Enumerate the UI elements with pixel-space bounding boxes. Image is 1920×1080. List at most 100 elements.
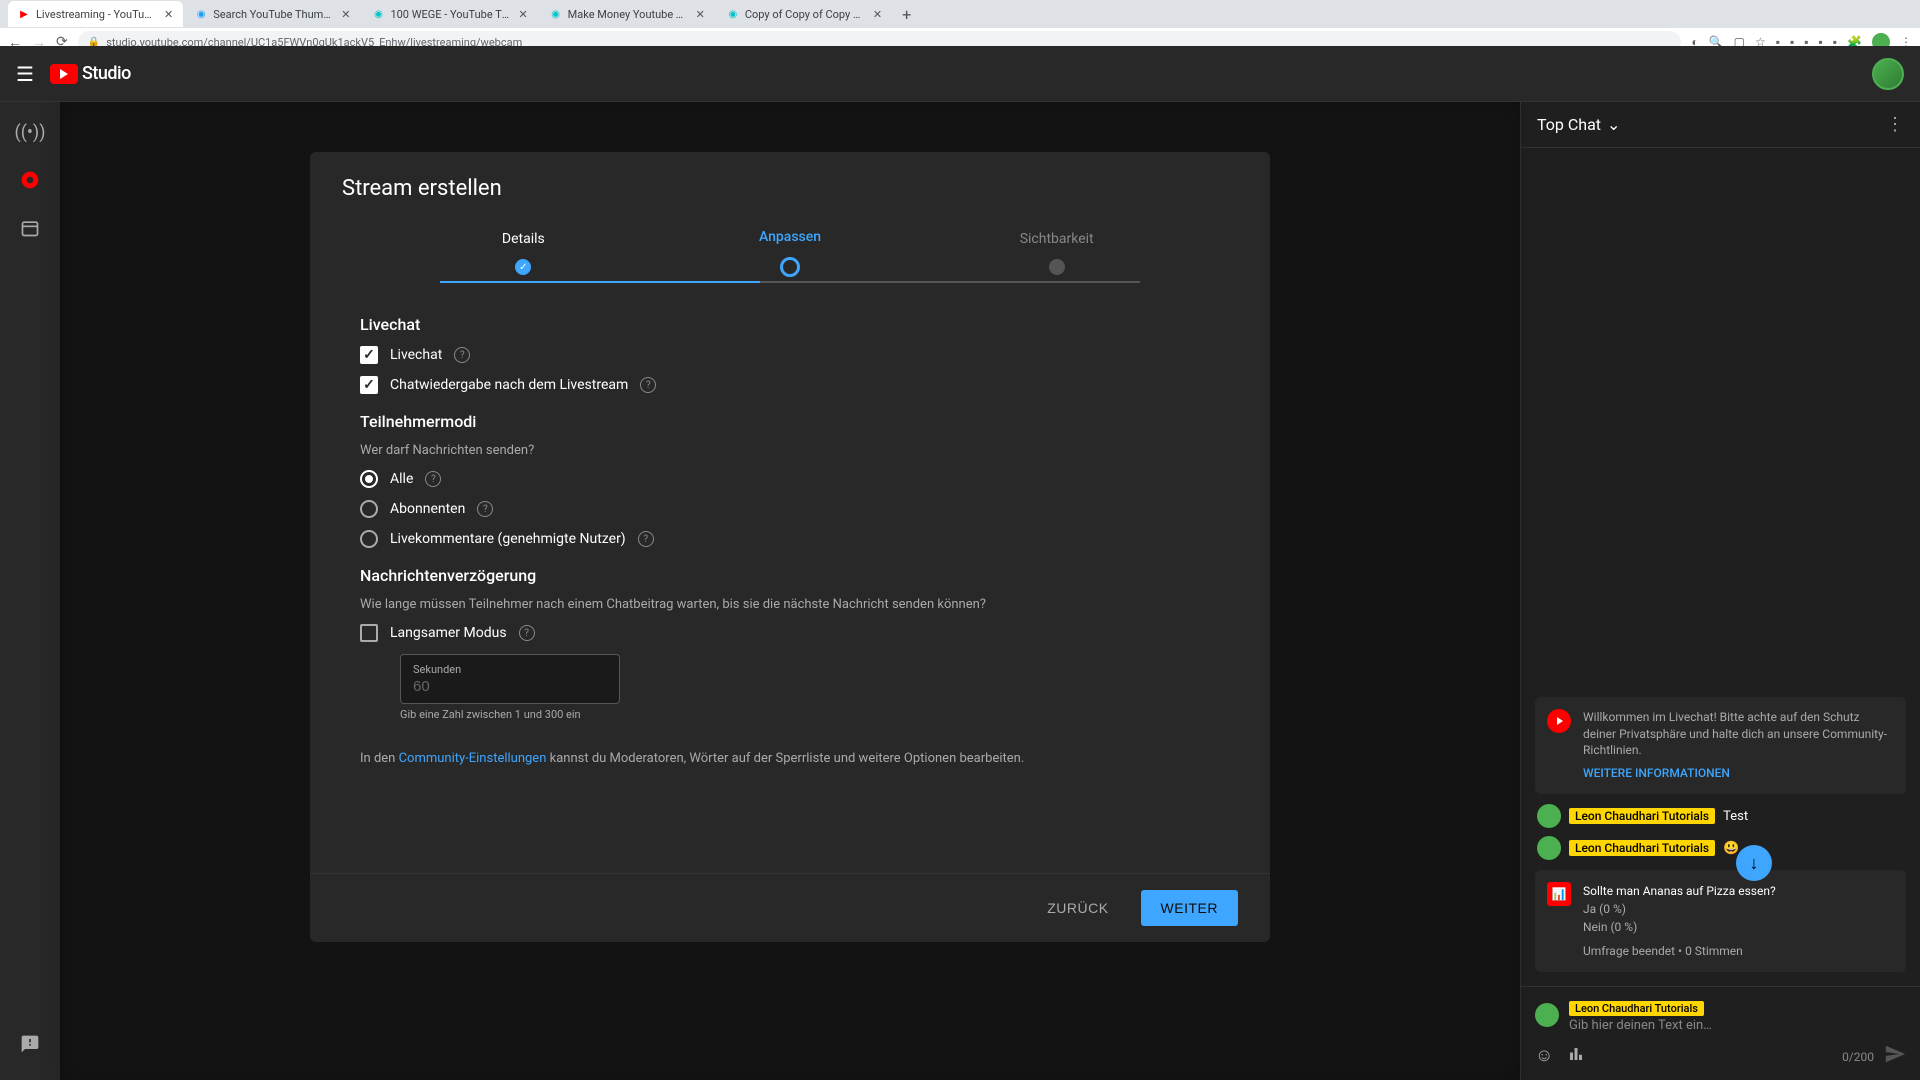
radio-icon[interactable] (360, 530, 378, 548)
poll-icon[interactable] (1567, 1045, 1585, 1068)
help-icon[interactable]: ? (638, 531, 654, 547)
input-label: Sekunden (413, 663, 607, 676)
hamburger-icon[interactable]: ☰ (16, 62, 34, 86)
close-icon[interactable]: ✕ (341, 8, 350, 21)
step-customize[interactable]: Anpassen (657, 229, 924, 277)
checkbox-slowmode[interactable]: Langsamer Modus ? (360, 624, 1220, 642)
help-icon[interactable]: ? (640, 377, 656, 393)
chat-input[interactable]: Gib hier deinen Text ein… (1569, 1018, 1906, 1033)
chat-body[interactable]: Willkommen im Livechat! Bitte achte auf … (1521, 148, 1920, 986)
seconds-input-wrap[interactable]: Sekunden (400, 654, 620, 704)
poll-option: Ja (0 %) (1583, 900, 1776, 918)
studio-logo[interactable]: Studio (50, 63, 131, 84)
delay-subtitle: Wie lange müssen Teilnehmer nach einem C… (360, 597, 1220, 612)
chat-message: Leon Chaudhari Tutorials 😃 (1529, 832, 1912, 864)
checkbox-icon[interactable] (360, 624, 378, 642)
input-hint: Gib eine Zahl zwischen 1 und 300 ein (400, 708, 1220, 721)
chat-message: Leon Chaudhari Tutorials Test (1529, 800, 1912, 832)
poll-option: Nein (0 %) (1583, 918, 1776, 936)
chat-poll: 📊 Sollte man Ananas auf Pizza essen? Ja … (1535, 870, 1906, 972)
radio-subs[interactable]: Abonnenten ? (360, 500, 1220, 518)
emoji-icon[interactable]: ☺ (1535, 1045, 1553, 1068)
checkbox-icon[interactable]: ✓ (360, 376, 378, 394)
avatar (1535, 1003, 1559, 1027)
chat-text: 😃 (1723, 841, 1739, 856)
modal-footer: ZURÜCK WEITER (310, 873, 1270, 942)
yt-favicon: ▶ (18, 8, 30, 20)
avatar (1537, 804, 1561, 828)
stepper: Details ✓ Anpassen Sichtbarkeit (310, 209, 1270, 287)
close-icon[interactable]: ✕ (696, 8, 705, 21)
close-icon[interactable]: ✕ (518, 8, 527, 21)
back-button[interactable]: ZURÜCK (1031, 890, 1124, 926)
tab-3[interactable]: ◉Make Money Youtube Thumbn✕ (540, 1, 715, 27)
community-note: In den Community-Einstellungen kannst du… (360, 751, 1220, 766)
chat-panel: Top Chat ⌄ ⋮ Willkommen im Livechat! Bit… (1520, 102, 1920, 1080)
radio-icon[interactable] (360, 470, 378, 488)
help-icon[interactable]: ? (519, 625, 535, 641)
chat-welcome: Willkommen im Livechat! Bitte achte auf … (1535, 697, 1906, 794)
checkbox-replay[interactable]: ✓ Chatwiedergabe nach dem Livestream ? (360, 376, 1220, 394)
youtube-icon (1547, 709, 1571, 733)
chat-menu-icon[interactable]: ⋮ (1886, 114, 1904, 135)
chat-header: Top Chat ⌄ ⋮ (1521, 102, 1920, 148)
tab-strip: ▶ Livestreaming - YouTube S ✕ ◉Search YouT… (0, 0, 1920, 28)
help-icon[interactable]: ? (425, 471, 441, 487)
participant-subtitle: Wer darf Nachrichten senden? (360, 443, 1220, 458)
rail-stream-icon[interactable]: ((•)) (10, 112, 50, 152)
logo-text: Studio (82, 63, 131, 84)
nav-rail: ((•)) (0, 102, 60, 1080)
help-icon[interactable]: ? (454, 347, 470, 363)
poll-question: Sollte man Ananas auf Pizza essen? (1583, 882, 1776, 900)
close-icon[interactable]: ✕ (873, 8, 882, 21)
send-icon[interactable] (1884, 1043, 1906, 1070)
tab-0[interactable]: ▶ Livestreaming - YouTube S ✕ (8, 1, 183, 27)
poll-status: Umfrage beendet • 0 Stimmen (1583, 942, 1776, 960)
chat-text: Test (1723, 809, 1748, 824)
chevron-down-icon: ⌄ (1607, 115, 1620, 134)
rail-feedback-icon[interactable] (10, 1024, 50, 1064)
section-participant: Teilnehmermodi (360, 412, 1220, 431)
stepper-progress (440, 281, 760, 283)
tab-2[interactable]: ◉100 WEGE - YouTube Thumbn✕ (362, 1, 537, 27)
avatar (1537, 836, 1561, 860)
radio-icon[interactable] (360, 500, 378, 518)
seconds-input[interactable] (413, 678, 607, 695)
char-counter: 0/200 (1842, 1050, 1874, 1064)
rail-webcam-icon[interactable] (10, 160, 50, 200)
profile-avatar[interactable] (1872, 58, 1904, 90)
rail-calendar-icon[interactable] (10, 208, 50, 248)
section-delay: Nachrichtenverzögerung (360, 566, 1220, 585)
favicon: ◉ (727, 8, 739, 20)
checkbox-livechat[interactable]: ✓ Livechat ? (360, 346, 1220, 364)
chat-input-author: Leon Chaudhari Tutorials (1569, 1001, 1704, 1016)
tab-title: Copy of Copy of Copy of Cop (745, 8, 865, 21)
step-visibility[interactable]: Sichtbarkeit (923, 231, 1190, 275)
main-area: ((•)) Stream erstellen Details ✓ (0, 102, 1920, 1080)
chat-author[interactable]: Leon Chaudhari Tutorials (1569, 840, 1715, 856)
chat-input-area: Leon Chaudhari Tutorials Gib hier deinen… (1521, 986, 1920, 1080)
next-button[interactable]: WEITER (1141, 890, 1238, 926)
tab-1[interactable]: ◉Search YouTube Thumbnail - C✕ (185, 1, 360, 27)
chat-author[interactable]: Leon Chaudhari Tutorials (1569, 808, 1715, 824)
radio-approved[interactable]: Livekommentare (genehmigte Nutzer) ? (360, 530, 1220, 548)
tab-title: Livestreaming - YouTube S (36, 8, 156, 21)
modal-title: Stream erstellen (342, 176, 1238, 201)
step-details[interactable]: Details ✓ (390, 231, 657, 275)
learn-more-link[interactable]: WEITERE INFORMATIONEN (1583, 765, 1894, 782)
modal-body[interactable]: Livechat ✓ Livechat ? ✓ Chatwiedergabe n… (310, 287, 1270, 873)
checkbox-icon[interactable]: ✓ (360, 346, 378, 364)
new-tab-button[interactable]: + (894, 5, 919, 24)
chat-mode-dropdown[interactable]: Top Chat ⌄ (1537, 115, 1620, 134)
scroll-down-button[interactable]: ↓ (1736, 845, 1772, 881)
poll-icon: 📊 (1547, 882, 1571, 906)
tab-4[interactable]: ◉ Copy of Copy of Copy of Cop ✕ (717, 1, 892, 27)
radio-all[interactable]: Alle ? (360, 470, 1220, 488)
community-link[interactable]: Community-Einstellungen (399, 751, 547, 766)
content-area: Stream erstellen Details ✓ Anpassen Sich… (60, 102, 1520, 1080)
check-icon: ✓ (515, 259, 531, 275)
close-icon[interactable]: ✕ (164, 8, 173, 21)
modal-header: Stream erstellen (310, 152, 1270, 209)
help-icon[interactable]: ? (477, 501, 493, 517)
tab-title: 100 WEGE - YouTube Thumbn (390, 8, 510, 21)
